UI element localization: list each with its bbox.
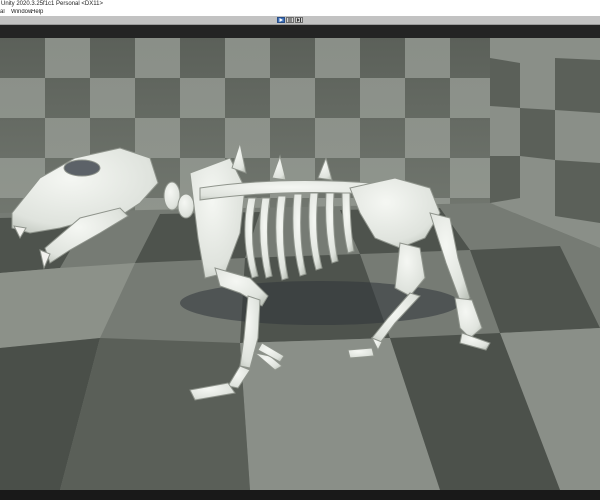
- pause-icon: [288, 18, 292, 22]
- menu-item-help[interactable]: Help: [31, 9, 43, 16]
- bottom-bar: [0, 490, 600, 500]
- step-button[interactable]: [295, 17, 303, 23]
- menu-bar: al Window Help: [0, 9, 600, 16]
- play-icon: [279, 18, 283, 22]
- unity-editor-window: Unity 2020.3.25f1c1 Personal <DX11> al W…: [0, 0, 600, 500]
- view-tab-bar: [0, 25, 600, 38]
- play-controls: [277, 17, 303, 23]
- menu-item-window[interactable]: Window: [11, 9, 32, 16]
- title-bar: Unity 2020.3.25f1c1 Personal <DX11>: [0, 0, 600, 9]
- game-view[interactable]: [0, 38, 600, 490]
- skeleton-shadow: [180, 281, 460, 325]
- menu-item-partial[interactable]: al: [0, 9, 5, 16]
- step-icon: [297, 18, 301, 22]
- window-title: Unity 2020.3.25f1c1 Personal <DX11>: [1, 1, 103, 7]
- toolbar: [0, 16, 600, 25]
- play-button[interactable]: [277, 17, 285, 23]
- scene-render: [0, 38, 600, 490]
- pause-button[interactable]: [286, 17, 294, 23]
